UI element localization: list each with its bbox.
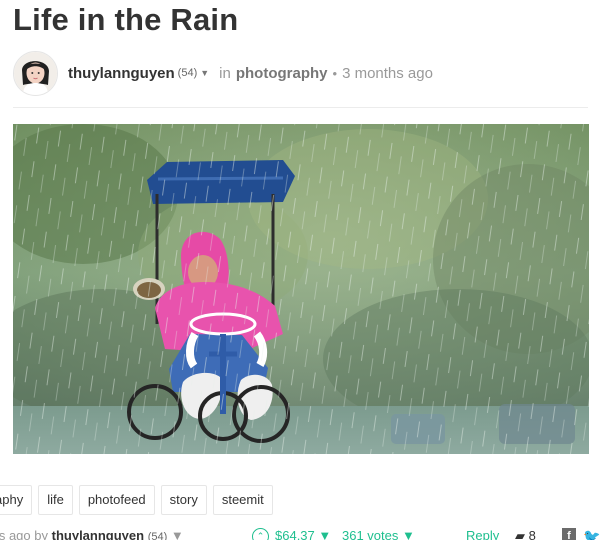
category-link[interactable]: photography <box>236 65 328 82</box>
tag-photofeed[interactable]: photofeed <box>78 485 155 515</box>
author-reputation: (54) <box>177 67 198 79</box>
post-photo[interactable] <box>13 124 589 454</box>
in-label: in <box>219 64 231 82</box>
tag-list: aphy life photofeed story steemit <box>0 485 273 515</box>
twitter-icon[interactable]: 🐦 <box>583 528 600 540</box>
comment-count-value: 8 <box>528 528 536 540</box>
post-page: Life in the Rain thuylannguyen (54) ▼ in… <box>0 0 602 540</box>
post-byline: thuylannguyen (54) ▼ in photography • 3 … <box>13 50 433 96</box>
post-footer: ths ago by thuylannguyen (54) ▼ ⌃ $64.37… <box>0 528 602 540</box>
votes-value: 361 votes <box>342 528 399 540</box>
tag-photography[interactable]: aphy <box>0 485 33 515</box>
footer-author-chevron-icon[interactable]: ▼ <box>171 528 184 540</box>
votes-chevron-icon: ▼ <box>402 528 415 540</box>
reply-link[interactable]: Reply <box>466 528 499 540</box>
footer-author-reputation: (54) <box>147 531 168 540</box>
post-age: 3 months ago <box>342 64 433 82</box>
payout-amount[interactable]: $64.37 ▼ <box>275 528 331 540</box>
byline-divider <box>13 107 588 108</box>
footer-author-link[interactable]: thuylannguyen <box>52 528 144 540</box>
votes-count[interactable]: 361 votes ▼ <box>342 528 415 540</box>
payout-chevron-icon: ▼ <box>318 528 332 540</box>
tag-steemit[interactable]: steemit <box>212 485 273 515</box>
tag-life[interactable]: life <box>38 485 73 515</box>
comment-count[interactable]: ▰ 8 <box>515 528 536 540</box>
tag-story[interactable]: story <box>160 485 207 515</box>
comment-icon: ▰ <box>515 528 525 540</box>
footer-byline: ths ago by thuylannguyen (54) ▼ <box>0 528 184 540</box>
footer-age: ths ago by <box>0 528 48 540</box>
upvote-button[interactable]: ⌃ <box>252 528 269 540</box>
byline-separator: • <box>332 65 338 81</box>
facebook-icon[interactable]: f <box>562 528 576 540</box>
author-avatar[interactable] <box>13 50 58 96</box>
author-menu-chevron-icon[interactable]: ▼ <box>200 68 209 78</box>
post-title: Life in the Rain <box>13 2 239 37</box>
author-link[interactable]: thuylannguyen <box>68 65 175 82</box>
payout-value: $64.37 <box>275 528 315 540</box>
